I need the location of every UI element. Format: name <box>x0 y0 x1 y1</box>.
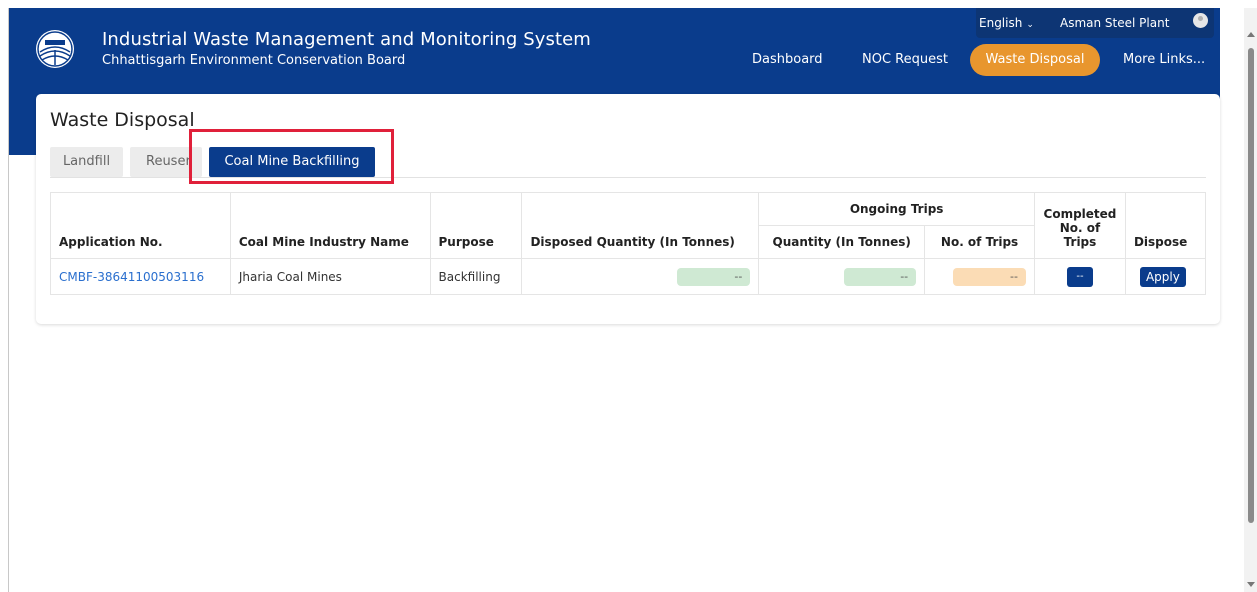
header-completed-trips: Completed No. of Trips <box>1033 192 1126 259</box>
highlight-box <box>189 129 394 184</box>
nav-noc-request[interactable]: NOC Request <box>862 52 948 67</box>
header-ongoing-quantity: Quantity (In Tonnes) <box>758 225 926 259</box>
scrollbar-thumb[interactable] <box>1248 48 1254 523</box>
header-industry-name: Coal Mine Industry Name <box>229 192 431 259</box>
ongoing-quantity-badge: -- <box>844 267 917 286</box>
disposed-quantity-badge: -- <box>677 267 751 286</box>
industry-name-cell: Jharia Coal Mines <box>229 258 431 295</box>
user-menu[interactable]: Asman Steel Plant <box>1060 16 1169 30</box>
apply-button[interactable]: Apply <box>1139 266 1186 287</box>
purpose-cell: Backfilling <box>429 258 523 295</box>
header-purpose: Purpose <box>429 192 523 259</box>
header-ongoing-no-of-trips: No. of Trips <box>924 225 1035 259</box>
user-avatar-icon[interactable] <box>1193 13 1208 28</box>
table-row: CMBF-38641100503116 Jharia Coal Mines Ba… <box>50 258 1207 295</box>
scroll-up-icon[interactable] <box>1247 32 1255 37</box>
nav-waste-disposal[interactable]: Waste Disposal <box>970 44 1100 76</box>
waste-disposal-card: Waste Disposal Landfill Reuser Coal Mine… <box>36 94 1220 324</box>
language-label: English <box>979 16 1023 30</box>
logo-icon <box>36 30 74 68</box>
header-ongoing-trips: Ongoing Trips <box>758 192 1035 226</box>
tab-landfill[interactable]: Landfill <box>50 147 123 177</box>
chevron-down-icon: ⌄ <box>1026 20 1034 30</box>
header-disposed-quantity: Disposed Quantity (In Tonnes) <box>521 192 760 259</box>
app-subtitle: Chhattisgarh Environment Conservation Bo… <box>102 53 406 68</box>
nav-dashboard[interactable]: Dashboard <box>752 52 823 67</box>
header-dispose: Dispose <box>1124 192 1207 259</box>
page-title: Waste Disposal <box>50 109 195 131</box>
nav-more-links[interactable]: More Links... <box>1123 52 1205 67</box>
app-title: Industrial Waste Management and Monitori… <box>102 29 591 50</box>
language-selector[interactable]: English ⌄ <box>979 16 1034 30</box>
disposal-table: Application No. Coal Mine Industry Name … <box>50 192 1207 295</box>
application-link[interactable]: CMBF-38641100503116 <box>59 270 204 284</box>
ongoing-trips-badge: -- <box>953 267 1026 286</box>
scroll-down-icon[interactable] <box>1247 582 1255 587</box>
completed-trips-button[interactable]: -- <box>1066 266 1093 287</box>
header-application-no: Application No. <box>50 192 231 259</box>
